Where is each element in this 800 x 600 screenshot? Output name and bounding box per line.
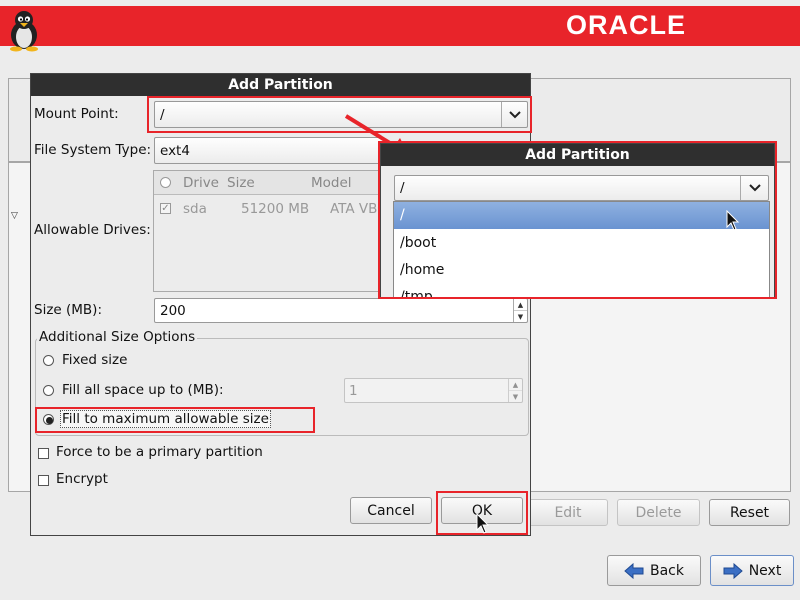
fill-up-to-spinner[interactable]: ▲ ▼ [508, 379, 522, 402]
delete-button[interactable]: Delete [617, 499, 700, 526]
fill-up-to-radio[interactable] [43, 385, 54, 396]
size-options-title: Additional Size Options [37, 329, 198, 345]
drives-col-model: Model [311, 175, 352, 191]
encrypt-checkbox[interactable] [38, 475, 49, 486]
back-label: Back [650, 562, 684, 579]
drives-header-check-icon [160, 177, 171, 188]
fs-type-value: ext4 [160, 143, 190, 159]
next-label: Next [748, 562, 782, 579]
dialog-title: Add Partition [31, 74, 530, 96]
size-spinner[interactable]: ▲ ▼ [513, 299, 527, 322]
expand-triangle-icon[interactable]: ▽ [11, 211, 18, 221]
fill-up-to-input[interactable]: 1 ▲ ▼ [344, 378, 523, 403]
drive-size: 51200 MB [241, 201, 310, 217]
fill-max-highlight [35, 407, 315, 433]
popup-highlight [378, 141, 777, 299]
arrow-left-icon [624, 562, 644, 579]
drives-list[interactable]: Drive Size Model ✓ sda 51200 MB ATA VBO [153, 170, 388, 292]
spin-up-icon[interactable]: ▲ [509, 379, 522, 391]
primary-checkbox[interactable] [38, 448, 49, 459]
fill-up-to-label[interactable]: Fill all space up to (MB): [62, 382, 224, 398]
encrypt-label[interactable]: Encrypt [56, 471, 108, 487]
fixed-size-radio[interactable] [43, 355, 54, 366]
spin-down-icon[interactable]: ▼ [509, 391, 522, 402]
fixed-size-label[interactable]: Fixed size [62, 352, 127, 368]
oracle-logo: ORACLE [566, 10, 686, 40]
size-label: Size (MB): [34, 302, 102, 318]
edit-button[interactable]: Edit [528, 499, 608, 526]
allowable-drives-label: Allowable Drives: [34, 222, 151, 238]
tux-penguin-icon [4, 8, 44, 52]
spin-down-icon[interactable]: ▼ [514, 311, 527, 322]
spin-up-icon[interactable]: ▲ [514, 299, 527, 311]
drives-header: Drive Size Model [154, 171, 380, 195]
fs-type-label: File System Type: [34, 142, 152, 158]
table-row[interactable]: ✓ sda 51200 MB ATA VBO [154, 199, 388, 219]
reset-button[interactable]: Reset [709, 499, 790, 526]
mouse-cursor-icon [476, 513, 490, 534]
back-button[interactable]: Back [607, 555, 701, 586]
primary-label[interactable]: Force to be a primary partition [56, 444, 263, 460]
drive-name: sda [183, 201, 207, 217]
size-input[interactable]: 200 ▲ ▼ [154, 298, 528, 323]
cancel-button[interactable]: Cancel [350, 497, 432, 524]
drive-checkbox[interactable]: ✓ [160, 203, 171, 214]
arrow-right-icon [723, 562, 743, 579]
mount-point-label: Mount Point: [34, 106, 119, 122]
size-value: 200 [160, 303, 186, 319]
next-button[interactable]: Next [710, 555, 794, 586]
drives-col-size: Size [227, 175, 255, 191]
fill-up-to-value: 1 [349, 383, 358, 399]
drives-col-drive: Drive [183, 175, 219, 191]
